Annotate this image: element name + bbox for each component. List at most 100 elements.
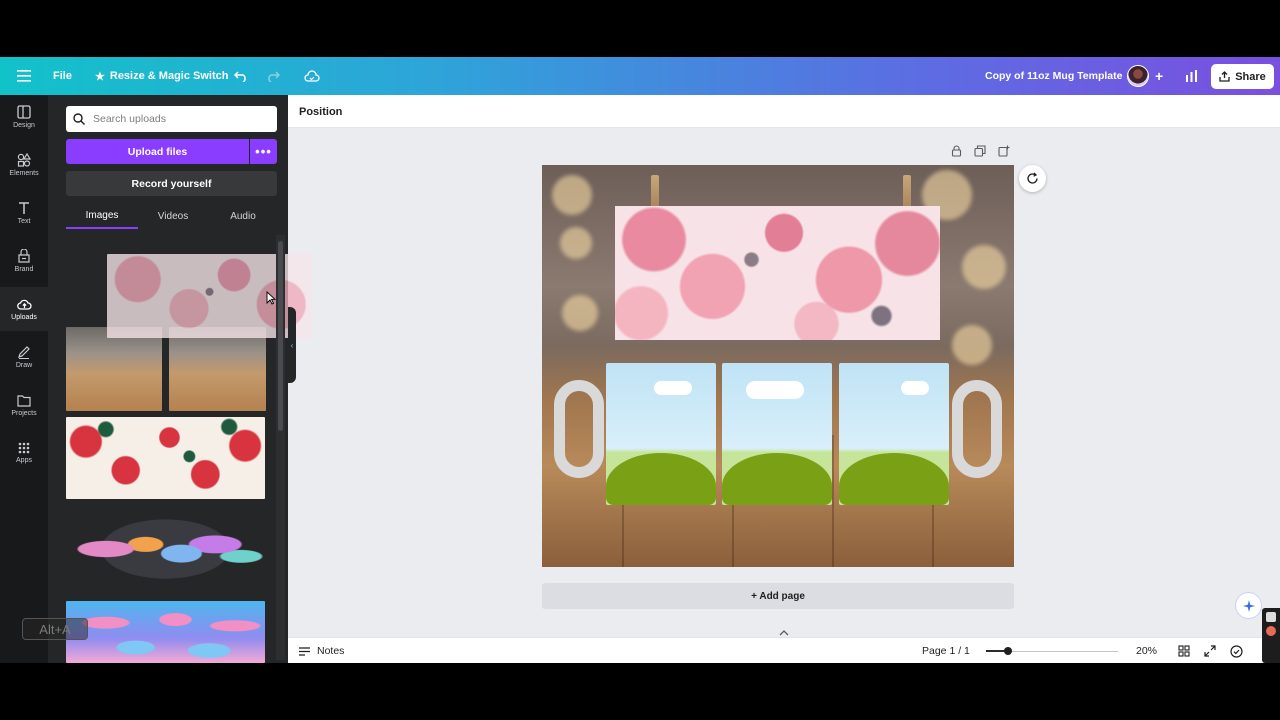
redo-icon[interactable]: [266, 57, 280, 95]
upload-thumbnail[interactable]: [66, 503, 265, 595]
rail-item-design[interactable]: Design: [0, 95, 48, 139]
uploads-panel: Search uploads Upload files ••• Record y…: [48, 95, 312, 663]
upload-thumbnail[interactable]: [66, 417, 265, 499]
magic-assistant-icon[interactable]: [1235, 592, 1262, 619]
rail-label: Brand: [14, 266, 34, 273]
search-placeholder: Search uploads: [93, 113, 166, 125]
record-icon[interactable]: [1266, 626, 1276, 636]
bokeh-light: [552, 175, 592, 215]
resize-label: Resize & Magic Switch: [109, 70, 229, 82]
zoom-slider-handle[interactable]: [1004, 647, 1013, 655]
context-toolbar: Position: [288, 95, 1280, 128]
brand-icon: [18, 249, 30, 263]
more-options-icon[interactable]: •••: [250, 139, 277, 164]
notes-label: Notes: [317, 645, 345, 657]
rail-item-projects[interactable]: Projects: [0, 383, 48, 427]
avatar[interactable]: [1127, 65, 1149, 87]
rail-label: Draw: [15, 362, 33, 369]
apps-grid-icon: [18, 442, 30, 454]
rail-item-apps[interactable]: Apps: [0, 431, 48, 475]
mug-panel-left[interactable]: [606, 363, 716, 505]
hill-shape: [839, 453, 949, 505]
mouse-cursor-icon: [266, 291, 276, 305]
cloud-shape: [901, 381, 929, 395]
scrollbar-thumb[interactable]: [278, 241, 283, 431]
hill-shape: [606, 453, 716, 505]
position-button[interactable]: Position: [299, 95, 342, 128]
upload-thumbnail[interactable]: [169, 327, 266, 411]
record-yourself-button[interactable]: Record yourself: [66, 171, 277, 196]
tab-images[interactable]: Images: [66, 203, 138, 229]
rail-label: Elements: [9, 170, 39, 177]
add-page-icon[interactable]: [998, 145, 1010, 157]
upload-files-button[interactable]: Upload files: [66, 139, 249, 164]
lock-icon[interactable]: [951, 145, 962, 157]
mug-handle-right: [952, 380, 1002, 478]
upload-cloud-icon: [16, 299, 32, 310]
zoom-level[interactable]: 20%: [1136, 638, 1157, 663]
design-icon: [17, 105, 31, 119]
floral-wrap-image[interactable]: [615, 206, 940, 340]
insights-icon[interactable]: [1185, 57, 1198, 95]
page-indicator[interactable]: Page 1 / 1: [922, 638, 970, 663]
share-icon: [1219, 71, 1230, 82]
fullscreen-icon[interactable]: [1204, 638, 1216, 663]
rail-label: Apps: [16, 457, 32, 464]
resize-magic-switch-button[interactable]: ★ Resize & Magic Switch: [95, 57, 228, 95]
canvas-toolbar: [951, 145, 1010, 157]
search-icon: [73, 113, 85, 125]
collapse-panel-handle[interactable]: ‹: [288, 307, 296, 383]
cloud-shape: [654, 381, 692, 395]
file-menu-button[interactable]: File: [53, 57, 72, 95]
add-collaborator-icon[interactable]: +: [1155, 57, 1163, 95]
mug-panel-center[interactable]: [722, 363, 832, 505]
design-title[interactable]: Copy of 11oz Mug Template: [985, 57, 1122, 95]
tab-audio[interactable]: Audio: [208, 203, 278, 229]
upload-thumbnail[interactable]: [66, 327, 162, 411]
text-icon: [19, 202, 29, 214]
refresh-icon[interactable]: [1019, 165, 1046, 192]
tab-videos[interactable]: Videos: [138, 203, 208, 229]
panel-scrollbar[interactable]: [276, 235, 285, 660]
rail-item-draw[interactable]: Draw: [0, 335, 48, 379]
hill-shape: [722, 453, 832, 505]
design-canvas[interactable]: [542, 165, 1014, 567]
folder-icon: [17, 394, 31, 407]
search-input[interactable]: Search uploads: [66, 106, 277, 132]
bokeh-light: [562, 295, 598, 331]
cloud-saved-icon[interactable]: [304, 57, 320, 95]
top-bar: File ★ Resize & Magic Switch Copy of 11o…: [0, 57, 1280, 95]
menu-icon[interactable]: [17, 57, 31, 95]
rail-label: Design: [13, 122, 35, 129]
wood-plank-line: [832, 435, 834, 567]
rail-label: Projects: [11, 409, 37, 417]
sparkle-icon: ★: [95, 70, 105, 83]
rail-label: Uploads: [11, 313, 37, 321]
undo-icon[interactable]: [234, 57, 248, 95]
rail-label: Text: [17, 218, 31, 225]
share-label: Share: [1235, 70, 1266, 83]
share-button[interactable]: Share: [1211, 64, 1274, 89]
recording-toolbar[interactable]: [1262, 608, 1280, 663]
grid-view-icon[interactable]: [1178, 638, 1190, 663]
duplicate-icon[interactable]: [974, 145, 986, 157]
upload-thumbnail[interactable]: [66, 601, 265, 663]
check-circle-icon[interactable]: [1230, 638, 1243, 663]
app-frame: File ★ Resize & Magic Switch Copy of 11o…: [0, 57, 1280, 663]
rail-item-uploads[interactable]: Uploads: [0, 287, 48, 331]
side-rail: Design Elements Text Brand Uploads Draw …: [0, 95, 48, 663]
bokeh-light: [962, 245, 1006, 289]
elements-icon: [17, 153, 31, 167]
cloud-shape: [746, 381, 804, 399]
camera-icon[interactable]: [1266, 612, 1276, 622]
mug-handle-left: [554, 380, 604, 478]
bokeh-light: [560, 227, 592, 259]
mug-panel-right[interactable]: [839, 363, 949, 505]
rail-item-brand[interactable]: Brand: [0, 239, 48, 283]
notes-button[interactable]: Notes: [298, 638, 344, 663]
rail-item-elements[interactable]: Elements: [0, 143, 48, 187]
bottom-bar: Notes Page 1 / 1 20%: [288, 637, 1280, 663]
add-page-button[interactable]: + Add page: [542, 583, 1014, 609]
chevron-up-icon[interactable]: [779, 630, 789, 636]
rail-item-text[interactable]: Text: [0, 191, 48, 235]
